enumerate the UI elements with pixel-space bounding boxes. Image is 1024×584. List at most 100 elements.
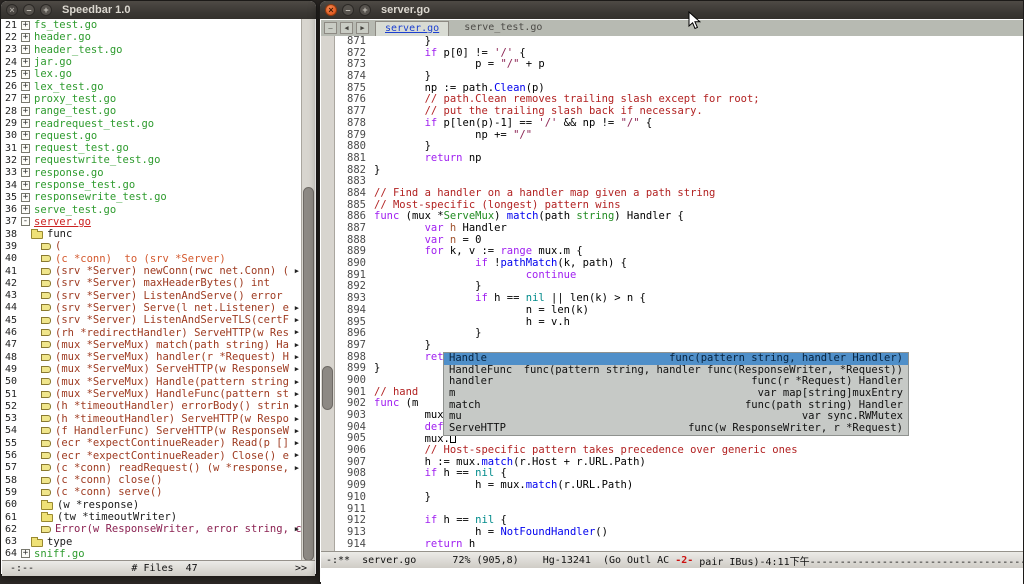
speedbar-row[interactable]: 32+requestwrite_test.go	[2, 154, 315, 166]
tab-serve-test-go[interactable]: serve_test.go	[455, 21, 551, 36]
expand-icon[interactable]: +	[21, 156, 30, 165]
expand-icon[interactable]: +	[21, 168, 30, 177]
speedbar-item-label[interactable]: func	[47, 228, 72, 240]
speedbar-row[interactable]: 27+proxy_test.go	[2, 93, 315, 105]
speedbar-row[interactable]: 44(srv *Server) Serve(l net.Listener) e▶	[2, 302, 315, 314]
speedbar-item-label[interactable]: (w *response)	[57, 499, 139, 511]
maximize-button[interactable]: +	[40, 4, 52, 16]
speedbar-item-label[interactable]: serve_test.go	[34, 204, 116, 216]
speedbar-row[interactable]: 48(mux *ServeMux) handler(r *Request) H▶	[2, 351, 315, 363]
speedbar-row[interactable]: 42(srv *Server) maxHeaderBytes() int	[2, 277, 315, 289]
speedbar-item-label[interactable]: Error(w ResponseWriter, error string, c	[55, 523, 302, 535]
speedbar-item-label[interactable]: (mux *ServeMux) ServeHTTP(w ResponseW	[55, 363, 289, 375]
expand-icon[interactable]: +	[21, 107, 30, 116]
speedbar-item-label[interactable]: (c *conn) serve()	[55, 486, 162, 498]
expand-icon[interactable]: +	[21, 549, 30, 558]
speedbar-item-label[interactable]: (mux *ServeMux) HandleFunc(pattern st	[55, 388, 289, 400]
speedbar-item-label[interactable]: (ecr *expectContinueReader) Close() e	[55, 450, 289, 462]
speedbar-row[interactable]: 51(mux *ServeMux) HandleFunc(pattern st▶	[2, 388, 315, 400]
speedbar-row[interactable]: 55(ecr *expectContinueReader) Read(p []▶	[2, 437, 315, 449]
prev-tab-button[interactable]: ◀	[340, 22, 353, 34]
speedbar-row[interactable]: 37-server.go	[2, 216, 315, 228]
speedbar-item-label[interactable]: (srv *Server) Serve(l net.Listener) e	[55, 302, 289, 314]
expand-icon[interactable]: +	[21, 181, 30, 190]
speedbar-row[interactable]: 43(srv *Server) ListenAndServe() error	[2, 290, 315, 302]
speedbar-item-label[interactable]: requestwrite_test.go	[34, 154, 160, 166]
speedbar-row[interactable]: 28+range_test.go	[2, 105, 315, 117]
speedbar-row[interactable]: 38func	[2, 228, 315, 240]
speedbar-row[interactable]: 23+header_test.go	[2, 44, 315, 56]
speedbar-item-label[interactable]: range_test.go	[34, 105, 116, 117]
minimize-button[interactable]: –	[342, 4, 354, 16]
maximize-button[interactable]: +	[359, 4, 371, 16]
speedbar-row[interactable]: 41(srv *Server) newConn(rwc net.Conn) (▶	[2, 265, 315, 277]
speedbar-row[interactable]: 21+fs_test.go	[2, 19, 315, 31]
speedbar-item-label[interactable]: sniff.go	[34, 548, 85, 560]
speedbar-item-label[interactable]: request.go	[34, 130, 97, 142]
speedbar-row[interactable]: 52(h *timeoutHandler) errorBody() strin▶	[2, 400, 315, 412]
expand-icon[interactable]: +	[21, 21, 30, 30]
speedbar-item-label[interactable]: request_test.go	[34, 142, 129, 154]
speedbar-titlebar[interactable]: × – + Speedbar 1.0	[1, 1, 316, 19]
expand-icon[interactable]: +	[21, 58, 30, 67]
next-tab-button[interactable]: ▶	[356, 22, 369, 34]
speedbar-item-label[interactable]: (	[55, 240, 61, 252]
expand-icon[interactable]: +	[21, 33, 30, 42]
speedbar-row[interactable]: 26+lex_test.go	[2, 80, 315, 92]
speedbar-row[interactable]: 50(mux *ServeMux) Handle(pattern string▶	[2, 376, 315, 388]
speedbar-item-label[interactable]: (mux *ServeMux) handler(r *Request) H	[55, 351, 289, 363]
expand-icon[interactable]: +	[21, 70, 30, 79]
code-line[interactable]: 881 return np	[340, 153, 1023, 165]
speedbar-item-label[interactable]: (f HandlerFunc) ServeHTTP(w ResponseW	[55, 425, 289, 437]
speedbar-item-label[interactable]: proxy_test.go	[34, 93, 116, 105]
editor-titlebar[interactable]: × – + server.go	[320, 1, 1023, 19]
speedbar-item-label[interactable]: (rh *redirectHandler) ServeHTTP(w Res	[55, 327, 289, 339]
speedbar-row[interactable]: 30+request.go	[2, 130, 315, 142]
completion-item[interactable]: ServeHTTPfunc(w ResponseWriter, r *Reque…	[444, 423, 908, 435]
completion-item[interactable]: Handlefunc(pattern string, handler Handl…	[444, 353, 908, 365]
speedbar-item-label[interactable]: (srv *Server) ListenAndServeTLS(certF	[55, 314, 289, 326]
collapse-icon[interactable]: -	[21, 217, 30, 226]
speedbar-item-label[interactable]: (srv *Server) ListenAndServe() error	[55, 290, 283, 302]
scrollbar-thumb[interactable]	[303, 187, 314, 561]
speedbar-row[interactable]: 35+responsewrite_test.go	[2, 191, 315, 203]
speedbar-item-label[interactable]: (tw *timeoutWriter)	[57, 511, 177, 523]
speedbar-row[interactable]: 29+readrequest_test.go	[2, 117, 315, 129]
speedbar-item-label[interactable]: responsewrite_test.go	[34, 191, 167, 203]
speedbar-item-label[interactable]: lex_test.go	[34, 81, 104, 93]
speedbar-row[interactable]: 61(tw *timeoutWriter)	[2, 511, 315, 523]
speedbar-item-label[interactable]: fs_test.go	[34, 19, 97, 31]
speedbar-item-label[interactable]: (ecr *expectContinueReader) Read(p []	[55, 437, 289, 449]
speedbar-row[interactable]: 36+serve_test.go	[2, 203, 315, 215]
completion-item[interactable]: mvar map[string]muxEntry	[444, 388, 908, 400]
speedbar-row[interactable]: 64+sniff.go	[2, 548, 315, 560]
speedbar-scrollbar[interactable]	[301, 19, 315, 560]
speedbar-row[interactable]: 59(c *conn) serve()	[2, 486, 315, 498]
expand-icon[interactable]: +	[21, 144, 30, 153]
speedbar-item-label[interactable]: type	[47, 536, 72, 548]
speedbar-row[interactable]: 45(srv *Server) ListenAndServeTLS(certF▶	[2, 314, 315, 326]
code-line[interactable]: 910 }	[340, 492, 1023, 504]
speedbar-item-label[interactable]: (h *timeoutHandler) errorBody() strin	[55, 400, 289, 412]
speedbar-item-label[interactable]: (h *timeoutHandler) ServeHTTP(w Respo	[55, 413, 289, 425]
speedbar-row[interactable]: 56(ecr *expectContinueReader) Close() e▶	[2, 449, 315, 461]
speedbar-row[interactable]: 53(h *timeoutHandler) ServeHTTP(w Respo▶	[2, 413, 315, 425]
code-line[interactable]: 882}	[340, 165, 1023, 177]
speedbar-row[interactable]: 39(	[2, 240, 315, 252]
speedbar-item-label[interactable]: (c *conn) close()	[55, 474, 162, 486]
hide-tabbar-button[interactable]: —	[324, 22, 337, 34]
close-button[interactable]: ×	[325, 4, 337, 16]
editor-buffer[interactable]: 871 }872 if p[0] != '/' {873 p = "/" + p…	[321, 36, 1023, 551]
speedbar-row[interactable]: 24+jar.go	[2, 56, 315, 68]
speedbar-item-label[interactable]: lex.go	[34, 68, 72, 80]
editor-scrollbar[interactable]	[321, 36, 335, 551]
close-button[interactable]: ×	[6, 4, 18, 16]
expand-icon[interactable]: +	[21, 45, 30, 54]
speedbar-item-label[interactable]: (c *conn) to (srv *Server)	[55, 253, 226, 265]
expand-icon[interactable]: +	[21, 94, 30, 103]
expand-icon[interactable]: +	[21, 131, 30, 140]
speedbar-row[interactable]: 40(c *conn) to (srv *Server)	[2, 253, 315, 265]
minimize-button[interactable]: –	[23, 4, 35, 16]
speedbar-item-label[interactable]: readrequest_test.go	[34, 118, 154, 130]
speedbar-item-label[interactable]: header.go	[34, 31, 91, 43]
